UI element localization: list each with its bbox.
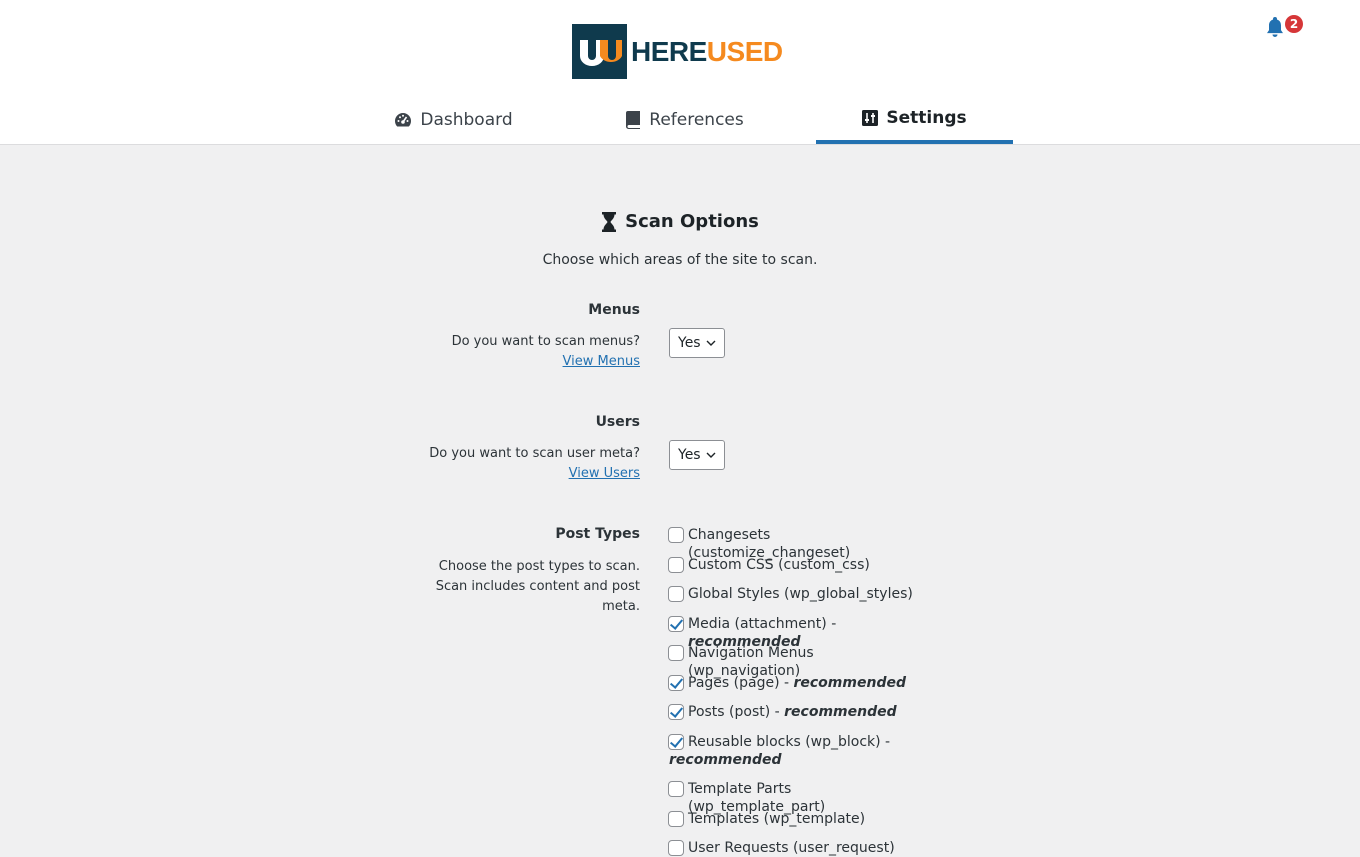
logo-text-sed: SED: [726, 35, 784, 67]
notifications-button[interactable]: 2: [1265, 14, 1305, 38]
post-type-checkbox-row[interactable]: Custom CSS (custom_css): [668, 556, 870, 574]
checkbox-checked[interactable]: [668, 704, 684, 720]
post-type-recommended-wrap: recommended: [669, 751, 782, 769]
post-type-checkbox-row[interactable]: Reusable blocks (wp_block) -: [668, 733, 908, 751]
main-tabs: Dashboard References Settings: [0, 96, 1360, 144]
menus-question: Do you want to scan menus? View Menus: [452, 332, 640, 372]
checkbox[interactable]: [668, 586, 684, 602]
post-type-label: Global Styles (wp_global_styles): [688, 586, 913, 602]
post-type-label: User Requests (user_request): [688, 840, 895, 856]
tab-references[interactable]: References: [586, 96, 783, 144]
whereused-logo[interactable]: HEREUSED: [572, 24, 783, 79]
tab-dashboard-label: Dashboard: [420, 110, 513, 130]
top-header: HEREUSED 2 Dashboard References Settings: [0, 0, 1360, 145]
tab-dashboard[interactable]: Dashboard: [355, 96, 552, 144]
users-label: Users: [595, 414, 640, 430]
recommended-tag: recommended: [793, 675, 906, 691]
logo-text-here: HERE: [631, 35, 707, 67]
checkbox[interactable]: [668, 557, 684, 573]
post-type-label-text: Posts (post) -: [688, 704, 785, 720]
menus-scan-select[interactable]: Yes: [669, 328, 725, 358]
post-type-checkbox-row[interactable]: User Requests (user_request): [668, 839, 895, 857]
menus-question-text: Do you want to scan menus?: [451, 334, 640, 349]
checkbox-checked[interactable]: [668, 616, 684, 632]
post-type-label: Reusable blocks (wp_block) -: [688, 734, 891, 750]
tab-settings[interactable]: Settings: [816, 96, 1013, 144]
scan-options-heading: Scan Options: [0, 211, 1360, 232]
post-types-description: Choose the post types to scan. Scan incl…: [435, 559, 640, 614]
dashboard-gauge-icon: [395, 113, 412, 127]
post-type-checkbox-row[interactable]: Posts (post) - recommended: [668, 703, 897, 721]
view-menus-link[interactable]: View Menus: [563, 354, 640, 369]
users-question: Do you want to scan user meta? View User…: [429, 444, 640, 484]
recommended-tag: recommended: [784, 704, 897, 720]
sliders-icon: [862, 110, 879, 126]
post-type-label: Posts (post) - recommended: [688, 703, 897, 721]
checkbox-checked[interactable]: [668, 734, 684, 750]
scan-options-description: Choose which areas of the site to scan.: [542, 252, 818, 268]
view-users-link[interactable]: View Users: [569, 466, 640, 481]
post-types-label: Post Types: [555, 526, 640, 542]
checkbox[interactable]: [668, 527, 684, 543]
bell-icon: [1267, 17, 1283, 37]
users-question-text: Do you want to scan user meta?: [429, 446, 640, 461]
logo-mark-icon: [572, 24, 627, 79]
chevron-down-icon: [706, 340, 716, 346]
post-type-label: Custom CSS (custom_css): [688, 557, 870, 573]
post-type-label-text: Media (attachment) -: [688, 616, 837, 632]
logo-wordmark: HEREUSED: [631, 36, 783, 68]
checkbox-checked[interactable]: [668, 675, 684, 691]
users-scan-select[interactable]: Yes: [669, 440, 725, 470]
post-type-label-text: Pages (page) -: [688, 675, 794, 691]
checkbox[interactable]: [668, 811, 684, 827]
menus-label: Menus: [588, 302, 640, 318]
post-type-label: Pages (page) - recommended: [688, 674, 906, 692]
post-type-label: Templates (wp_template): [688, 811, 866, 827]
recommended-tag: recommended: [669, 752, 782, 768]
chevron-down-icon: [706, 452, 716, 458]
hourglass-icon: [602, 211, 617, 232]
scan-options-title: Scan Options: [625, 211, 759, 232]
post-type-checkbox-row[interactable]: Global Styles (wp_global_styles): [668, 585, 913, 603]
checkbox[interactable]: [668, 781, 684, 797]
notification-count-badge: 2: [1285, 15, 1303, 33]
menus-scan-value: Yes: [678, 335, 701, 351]
checkbox[interactable]: [668, 840, 684, 856]
users-scan-value: Yes: [678, 447, 701, 463]
logo-text-u: U: [706, 35, 727, 67]
post-type-checkbox-row[interactable]: Templates (wp_template): [668, 810, 865, 828]
post-type-checkbox-row[interactable]: Pages (page) - recommended: [668, 674, 906, 692]
checkbox[interactable]: [668, 645, 684, 661]
tab-settings-label: Settings: [886, 108, 967, 128]
tab-references-label: References: [649, 110, 744, 130]
book-icon: [626, 111, 641, 129]
